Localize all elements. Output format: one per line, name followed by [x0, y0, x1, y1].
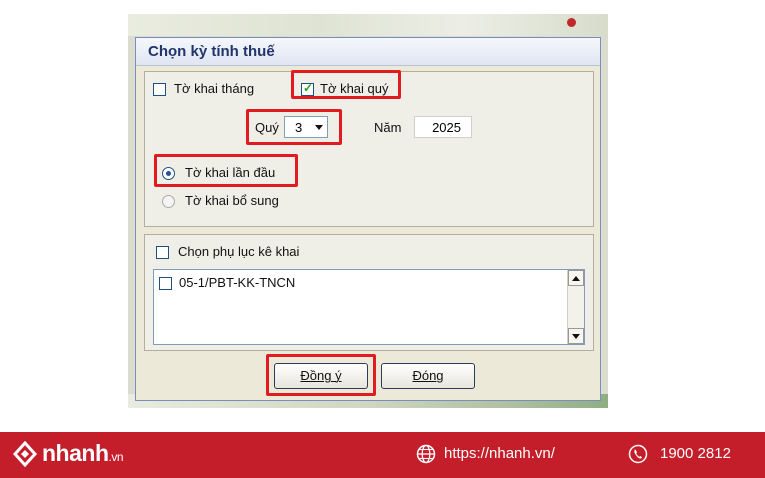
map-background-top — [128, 14, 608, 36]
close-button[interactable]: Đóng — [381, 363, 475, 389]
brand-logo: nhanh.vn — [42, 440, 123, 467]
phone-number[interactable]: 1900 2812 — [660, 445, 731, 462]
map-marker-icon — [567, 18, 576, 27]
footer-bar: nhanh.vn https://nhanh.vn/ 1900 2812 — [0, 432, 765, 478]
highlight-quarter — [246, 109, 342, 145]
phone-icon — [628, 444, 648, 464]
highlight-ok — [266, 354, 376, 396]
appendix-label: Chọn phụ lục kê khai — [178, 244, 300, 259]
year-label: Năm — [374, 120, 402, 135]
nhanh-logo-icon — [12, 441, 38, 467]
dialog-title: Chọn kỳ tính thuế — [148, 43, 275, 60]
year-input[interactable]: 2025 — [414, 116, 472, 138]
appendix-item-label: 05-1/PBT-KK-TNCN — [179, 275, 296, 290]
scroll-down-icon[interactable] — [568, 328, 584, 344]
list-scrollbar[interactable] — [567, 270, 584, 344]
website-link[interactable]: https://nhanh.vn/ — [444, 445, 555, 462]
brand-name: nhanh — [42, 440, 109, 466]
close-button-label: Đóng — [412, 368, 444, 383]
highlight-first-time — [154, 154, 298, 187]
supplement-radio[interactable] — [162, 195, 175, 208]
appendix-checkbox[interactable] — [156, 246, 169, 259]
highlight-quarterly — [291, 70, 401, 99]
dialog-titlebar: Chọn kỳ tính thuế — [136, 38, 600, 66]
monthly-checkbox[interactable] — [153, 83, 166, 96]
appendix-list[interactable]: 05-1/PBT-KK-TNCN — [153, 269, 585, 345]
tax-period-dialog: Chọn kỳ tính thuế Tờ khai tháng Tờ khai … — [135, 37, 601, 401]
scroll-up-icon[interactable] — [568, 270, 584, 286]
brand-suffix: .vn — [108, 450, 124, 464]
year-value: 2025 — [432, 120, 461, 135]
supplement-label: Tờ khai bổ sung — [185, 193, 279, 208]
globe-icon — [416, 444, 436, 464]
monthly-label: Tờ khai tháng — [174, 81, 255, 96]
appendix-item-checkbox[interactable] — [159, 277, 172, 290]
